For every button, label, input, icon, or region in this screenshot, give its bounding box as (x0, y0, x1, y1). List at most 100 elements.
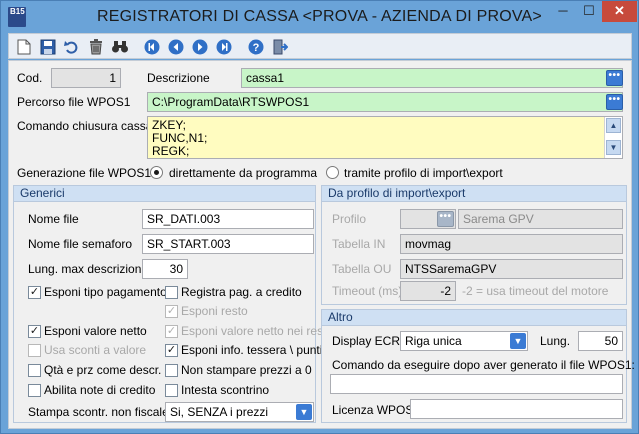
cod-field[interactable]: 1 (51, 68, 121, 88)
licenza-field[interactable] (410, 399, 623, 419)
esponi-info-checkbox[interactable]: ✓ (165, 344, 178, 357)
first-icon (144, 39, 160, 54)
lung-max-field[interactable]: 30 (142, 259, 188, 279)
help-icon: ? (248, 39, 264, 54)
descrizione-field[interactable]: cassa1 (241, 68, 623, 88)
esponi-tipo-checkbox[interactable]: ✓ (28, 286, 41, 299)
search-icon (112, 40, 128, 52)
nome-file-field[interactable]: SR_DATI.003 (142, 209, 314, 229)
minimize-button[interactable]: ─ (550, 1, 576, 22)
esponi-valore-resi-checkbox[interactable]: ✓ (165, 325, 178, 338)
timeout-field[interactable]: -2 (400, 281, 456, 301)
form-panel: Cod. 1 Descrizione cassa1 ••• Percorso f… (8, 60, 635, 429)
abilita-note-checkbox[interactable] (28, 384, 41, 397)
usa-sconti-checkbox[interactable] (28, 344, 41, 357)
registra-pag-checkbox[interactable] (165, 286, 178, 299)
generici-title: Generici (14, 186, 315, 202)
non-stampare-label: Non stampare prezzi a 0 (181, 363, 312, 377)
semaforo-field[interactable]: SR_START.003 (142, 234, 314, 254)
scroll-up-icon[interactable]: ▲ (606, 118, 621, 133)
scroll-down-icon[interactable]: ▼ (606, 140, 621, 155)
profilo-group: Da profilo di import\export Profilo 19 •… (321, 185, 627, 305)
usa-sconti-label: Usa sconti a valore (44, 343, 147, 357)
next-icon (192, 39, 208, 54)
qta-prz-checkbox[interactable] (28, 364, 41, 377)
search-button[interactable] (110, 37, 130, 56)
timeout-label: Timeout (ms) (332, 284, 403, 298)
radio-direct-label[interactable]: direttamente da programma (169, 166, 317, 180)
comando-line: FUNC,N1; (152, 131, 208, 145)
esponi-valore-checkbox[interactable]: ✓ (28, 325, 41, 338)
profilo-label: Profilo (332, 212, 367, 226)
comando-dopo-field[interactable] (330, 374, 623, 394)
descrizione-lookup-button[interactable]: ••• (606, 70, 623, 86)
licenza-label: Licenza WPOS (332, 403, 414, 417)
intesta-checkbox[interactable] (165, 384, 178, 397)
abilita-note-label: Abilita note di credito (44, 383, 156, 397)
exit-button[interactable] (270, 37, 290, 56)
intesta-label: Intesta scontrino (181, 383, 270, 397)
last-record-button[interactable] (214, 37, 234, 56)
save-icon (40, 39, 56, 54)
qta-prz-label: Qtà e prz come descr. (44, 363, 162, 377)
descrizione-label: Descrizione (147, 71, 210, 85)
prev-icon (168, 39, 184, 54)
esponi-resto-label: Esponi resto (181, 304, 248, 318)
radio-profile-label[interactable]: tramite profilo di import\export (344, 166, 503, 180)
close-button[interactable]: ✕ (602, 1, 637, 22)
chevron-down-icon[interactable]: ▼ (296, 404, 312, 420)
esponi-tipo-label: Esponi tipo pagamento (44, 285, 167, 299)
esponi-valore-label: Esponi valore netto (44, 324, 147, 338)
cod-label: Cod. (17, 71, 43, 85)
tabella-ou-field[interactable]: NTSSaremaGPV (400, 259, 623, 279)
esponi-resto-checkbox[interactable]: ✓ (165, 305, 178, 318)
esponi-valore-resi-label: Esponi valore netto nei resi (181, 324, 326, 338)
svg-text:?: ? (253, 42, 260, 54)
comando-chiusura-memo[interactable]: ZKEY; FUNC,N1; REGK; ▲ ▼ (147, 116, 623, 159)
percorso-field[interactable]: C:\ProgramData\RTSWPOS1 (147, 92, 623, 112)
timeout-hint: -2 = usa timeout del motore (462, 284, 609, 298)
comando-chiusura-label: Comando chiusura cassa (17, 119, 153, 133)
delete-button[interactable] (86, 37, 106, 56)
stampa-label: Stampa scontr. non fiscale (28, 405, 169, 419)
undo-button[interactable] (62, 37, 82, 56)
help-button[interactable]: ? (246, 37, 266, 56)
registra-pag-label: Registra pag. a credito (181, 285, 302, 299)
next-record-button[interactable] (190, 37, 210, 56)
exit-icon (273, 39, 288, 54)
tabella-in-field[interactable]: movmag (400, 234, 623, 254)
new-icon (17, 39, 31, 54)
window-title: REGISTRATORI DI CASSA <PROVA - AZIENDA D… (97, 8, 542, 25)
altro-title: Altro (322, 310, 626, 326)
display-ecr-select[interactable]: Riga unica ▼ (400, 331, 528, 351)
tabella-in-label: Tabella IN (332, 237, 386, 251)
profilo-title: Da profilo di import\export (322, 186, 626, 202)
save-button[interactable] (38, 37, 58, 56)
altro-group: Altro Display ECR Riga unica ▼ Lung. 50 … (321, 309, 635, 423)
maximize-button[interactable]: ☐ (576, 1, 602, 22)
radio-profile[interactable] (326, 166, 339, 179)
non-stampare-checkbox[interactable] (165, 364, 178, 377)
memo-scrollbar[interactable]: ▲ ▼ (604, 117, 622, 158)
previous-record-button[interactable] (166, 37, 186, 56)
profilo-lookup-button[interactable]: ••• (437, 211, 454, 227)
comando-dopo-label: Comando da eseguire dopo aver generato i… (332, 358, 635, 372)
radio-direct[interactable] (150, 166, 163, 179)
percorso-browse-button[interactable]: ••• (606, 94, 623, 110)
nome-file-label: Nome file (28, 212, 79, 226)
esponi-info-label: Esponi info. tessera \ punti (181, 343, 323, 357)
title-bar: B15 REGISTRATORI DI CASSA <PROVA - AZIEN… (1, 1, 638, 33)
toolbar: ? (8, 33, 632, 59)
generici-group: Generici Nome file SR_DATI.003 Nome file… (13, 185, 326, 423)
percorso-label: Percorso file WPOS1 (17, 95, 131, 109)
new-button[interactable] (14, 37, 34, 56)
display-ecr-label: Display ECR (332, 334, 401, 348)
undo-icon (64, 40, 78, 54)
altro-lung-field[interactable]: 50 (578, 331, 623, 351)
app-window: B15 REGISTRATORI DI CASSA <PROVA - AZIEN… (0, 0, 639, 434)
first-record-button[interactable] (142, 37, 162, 56)
stampa-select[interactable]: Si, SENZA i prezzi ▼ (165, 402, 314, 422)
comando-line: ZKEY; (152, 118, 186, 132)
chevron-down-icon[interactable]: ▼ (510, 333, 526, 349)
altro-lung-label: Lung. (540, 334, 571, 348)
